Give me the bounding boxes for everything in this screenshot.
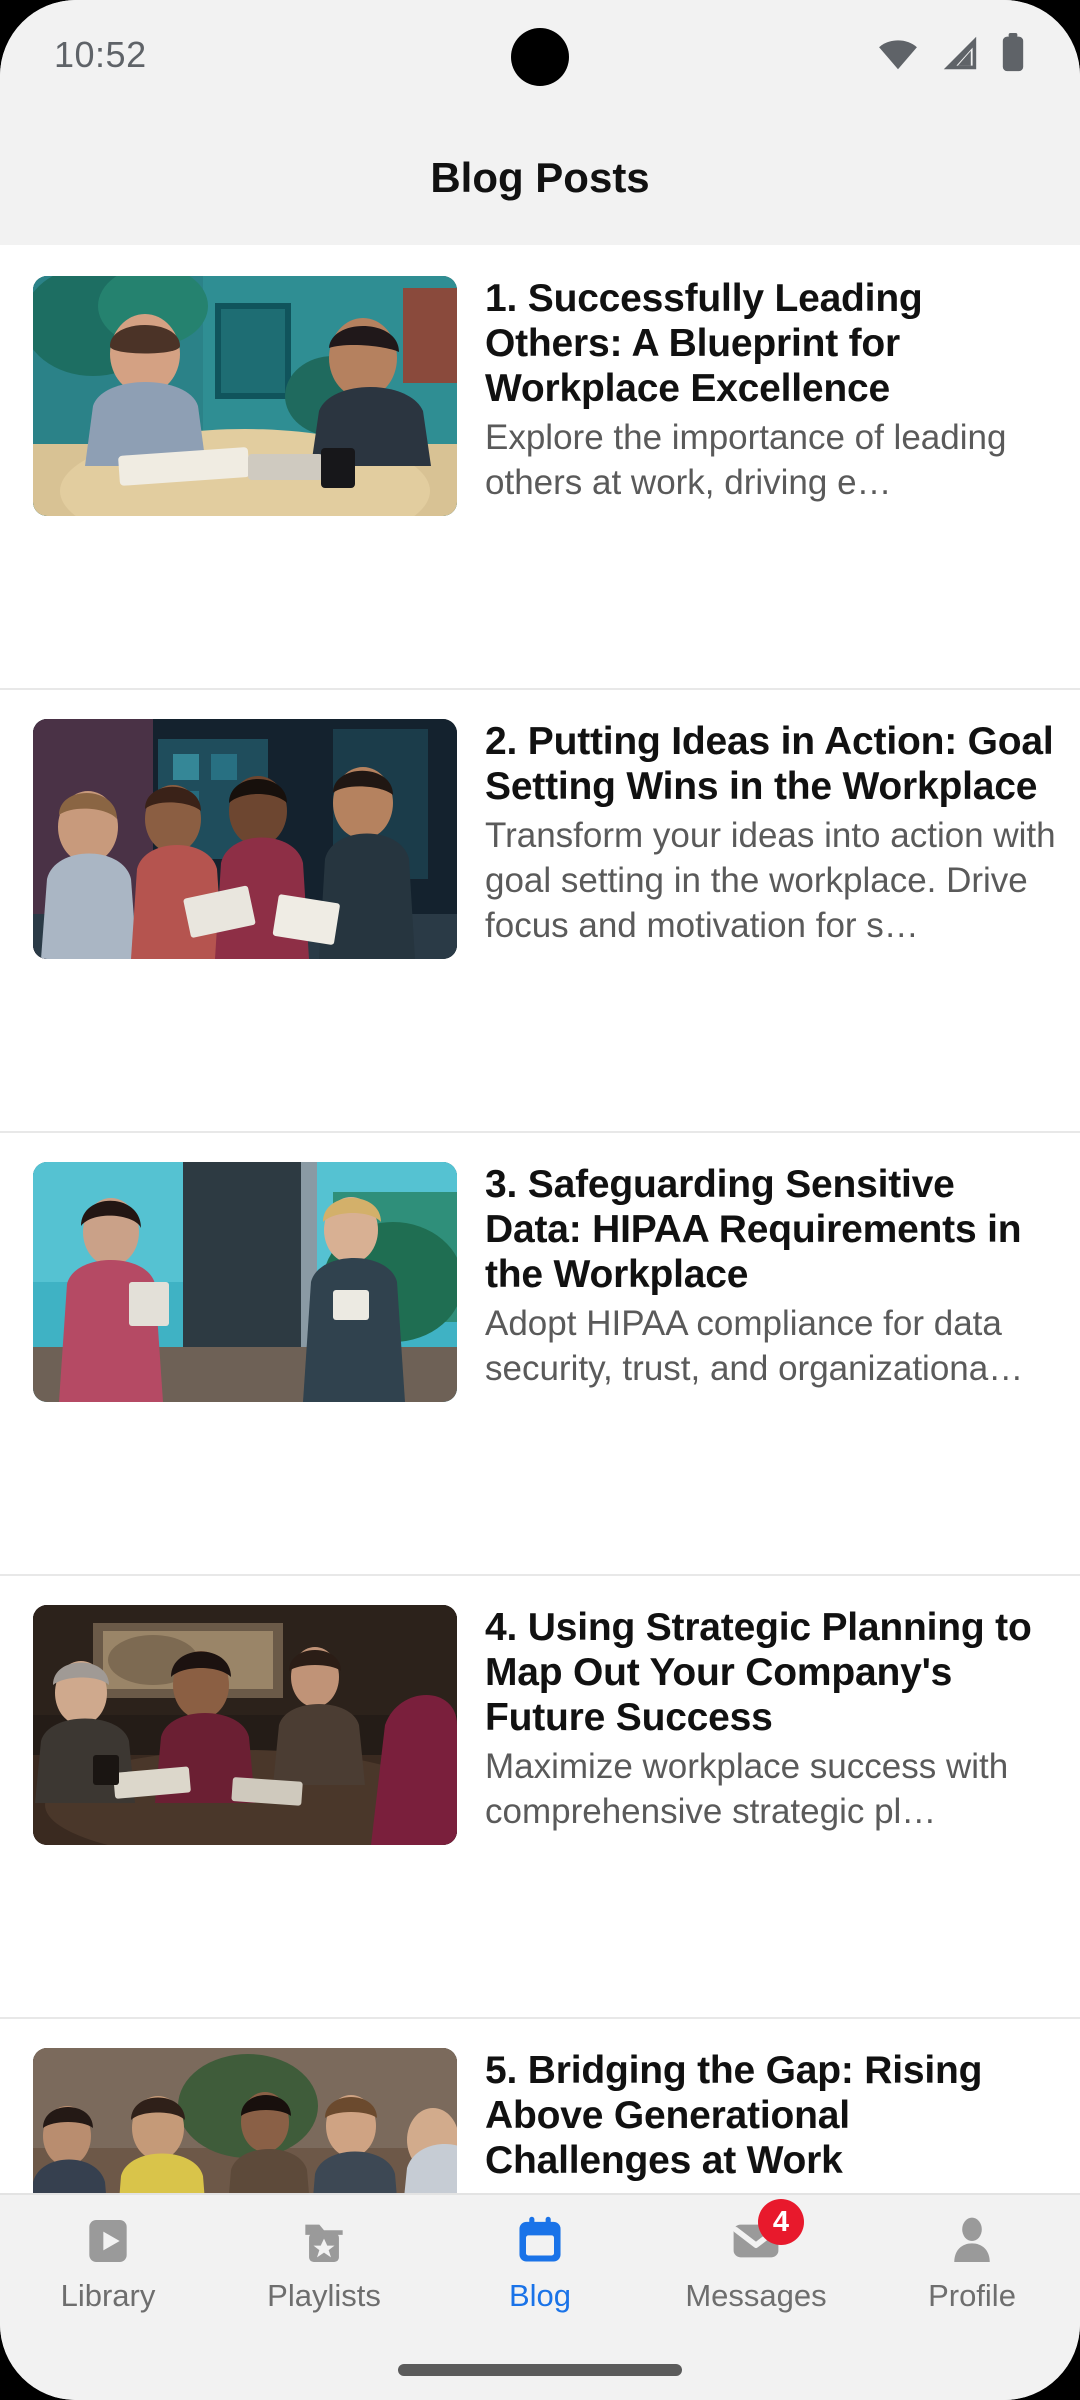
nav-item-messages[interactable]: 4 Messages [648,2199,864,2314]
nav-label-playlists: Playlists [267,2278,381,2313]
post-thumbnail [33,276,457,516]
post-text-block: 1. Successfully Leading Others: A Bluepr… [457,276,1056,505]
nav-item-library[interactable]: Library [0,2213,216,2314]
post-text-block: 3. Safeguarding Sensitive Data: HIPAA Re… [457,1162,1056,1391]
post-text-block: 4. Using Strategic Planning to Map Out Y… [457,1605,1056,1834]
folder-star-icon [296,2213,352,2269]
nav-item-blog[interactable]: Blog [432,2213,648,2314]
page-title: Blog Posts [430,153,650,201]
nav-item-playlists[interactable]: Playlists [216,2213,432,2314]
nav-label-library: Library [60,2278,156,2313]
post-text-block: 2. Putting Ideas in Action: Goal Setting… [457,719,1056,948]
battery-icon [1000,32,1026,78]
status-icons [876,32,1026,78]
post-description: Adopt HIPAA compliance for data security… [485,1304,1024,1388]
envelope-icon: 4 [728,2199,804,2269]
nav-item-profile[interactable]: Profile [864,2213,1080,2314]
play-video-icon [80,2213,136,2269]
camera-punch-hole [511,28,569,86]
status-clock: 10:52 [54,34,147,75]
post-thumbnail [33,1605,457,1845]
post-text-block: 5. Bridging the Gap: Rising Above Genera… [457,2048,1056,2193]
nav-label-blog: Blog [508,2278,572,2313]
post-description: Transform your ideas into action with go… [485,816,1056,945]
nav-label-messages: Messages [685,2278,827,2313]
post-title: 4. Using Strategic Planning to Map Out Y… [485,1606,1032,1739]
messages-badge: 4 [758,2199,804,2245]
post-thumbnail [33,719,457,959]
cellular-signal-icon [940,35,980,76]
wifi-icon [876,35,920,76]
list-item[interactable]: 1. Successfully Leading Others: A Bluepr… [0,245,1080,688]
nav-label-profile: Profile [928,2278,1016,2313]
post-title: 3. Safeguarding Sensitive Data: HIPAA Re… [485,1163,1022,1296]
blog-post-list[interactable]: 1. Successfully Leading Others: A Bluepr… [0,245,1080,2193]
post-title: 2. Putting Ideas in Action: Goal Setting… [485,720,1054,808]
post-title: 5. Bridging the Gap: Rising Above Genera… [485,2049,983,2182]
list-item[interactable]: 3. Safeguarding Sensitive Data: HIPAA Re… [0,1131,1080,1574]
phone-screen: 10:52 Blog Posts 1. Successfully Leading… [0,0,1080,2400]
bottom-navigation-bar: Library Playlists Blog 4 Messages Profil… [0,2193,1080,2400]
post-title: 1. Successfully Leading Others: A Bluepr… [485,277,923,410]
list-item[interactable]: 5. Bridging the Gap: Rising Above Genera… [0,2017,1080,2193]
list-item[interactable]: 4. Using Strategic Planning to Map Out Y… [0,1574,1080,2017]
status-bar: 10:52 [0,0,1080,110]
app-bar: Blog Posts [0,110,1080,245]
calendar-note-icon [512,2213,568,2269]
person-icon [944,2213,1000,2269]
post-thumbnail [33,2048,457,2193]
post-description: Maximize workplace success with comprehe… [485,1747,1009,1831]
home-indicator[interactable] [398,2364,682,2376]
post-description: Explore the importance of leading others… [485,418,1007,502]
post-thumbnail [33,1162,457,1402]
list-item[interactable]: 2. Putting Ideas in Action: Goal Setting… [0,688,1080,1131]
